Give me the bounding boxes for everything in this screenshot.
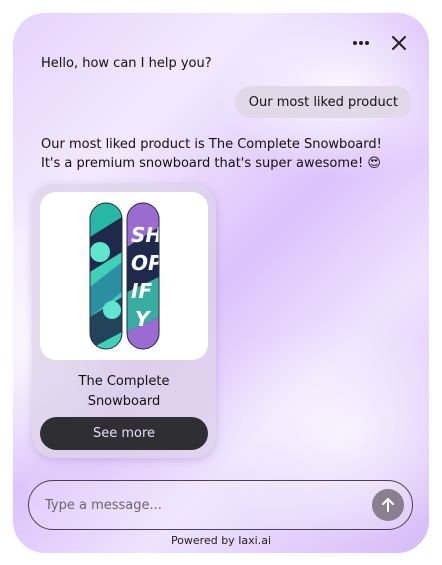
- svg-text:OP: OP: [131, 251, 163, 275]
- svg-text:SH: SH: [131, 223, 162, 247]
- close-icon: [392, 36, 406, 50]
- powered-by-label: Powered by Iaxi.ai: [170, 534, 272, 547]
- chat-widget: Hello, how can I help you? Our most like…: [13, 13, 429, 553]
- message-input[interactable]: [43, 481, 357, 530]
- user-message-bubble: Our most liked product: [234, 86, 412, 118]
- product-title: The Complete Snowboard: [32, 372, 216, 412]
- message-composer: [28, 480, 413, 530]
- product-image[interactable]: SH OP IF Y: [40, 192, 208, 360]
- see-more-button[interactable]: See more: [40, 417, 208, 450]
- arrow-up-icon: [382, 498, 394, 512]
- product-title-line-1: The Complete: [78, 374, 170, 389]
- send-button[interactable]: [372, 489, 404, 521]
- more-horizontal-icon: [353, 41, 369, 45]
- product-card: SH OP IF Y The Complete Snowboard See mo…: [32, 184, 216, 458]
- product-title-line-2: Snowboard: [87, 394, 161, 409]
- bot-response-line-2: It's a premium snowboard that's super aw…: [41, 156, 381, 171]
- more-options-button[interactable]: [351, 33, 371, 53]
- svg-text:IF: IF: [131, 279, 152, 303]
- svg-text:Y: Y: [135, 307, 152, 331]
- close-button[interactable]: [389, 33, 409, 53]
- bot-greeting-message: Hello, how can I help you?: [41, 56, 212, 71]
- bot-response-message: Our most liked product is The Complete S…: [41, 135, 411, 173]
- bot-response-line-1: Our most liked product is The Complete S…: [41, 137, 382, 152]
- user-message-text: Our most liked product: [248, 94, 398, 110]
- widget-topbar: [351, 33, 409, 53]
- snowboard-image: SH OP IF Y: [89, 202, 163, 350]
